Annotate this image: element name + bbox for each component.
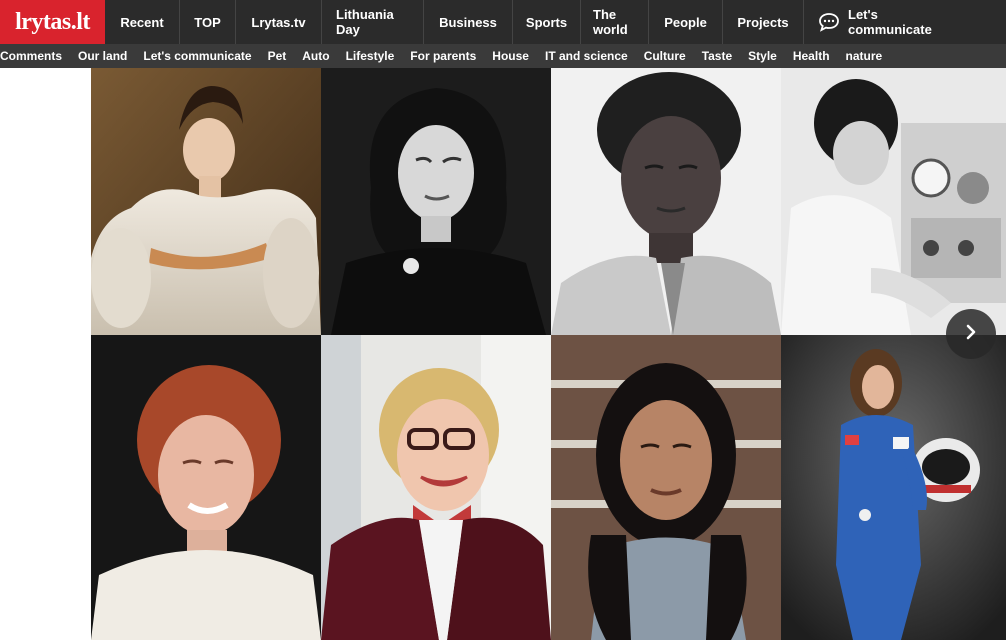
chat-bubble-icon bbox=[818, 12, 840, 32]
subnav-taste[interactable]: Taste bbox=[694, 49, 740, 63]
nav-lrytas-tv[interactable]: Lrytas.tv bbox=[236, 0, 322, 44]
gallery-photo-7[interactable] bbox=[551, 335, 781, 640]
subnav-style[interactable]: Style bbox=[740, 49, 785, 63]
gallery-photo-8[interactable] bbox=[781, 335, 1006, 640]
subnav-health[interactable]: Health bbox=[785, 49, 838, 63]
subnav-pet[interactable]: Pet bbox=[260, 49, 295, 63]
sub-navigation: Comments Our land Let's communicate Pet … bbox=[0, 44, 1006, 68]
nav-projects[interactable]: Projects bbox=[723, 0, 804, 44]
subnav-comments[interactable]: Comments bbox=[0, 49, 70, 63]
logo-text: lrytas.lt bbox=[15, 8, 90, 35]
nav-top[interactable]: TOP bbox=[180, 0, 236, 44]
nav-lets-communicate[interactable]: Let's communicate bbox=[804, 0, 968, 44]
gallery-photo-6[interactable] bbox=[321, 335, 551, 640]
subnav-nature[interactable]: nature bbox=[838, 49, 891, 63]
top-navigation: lrytas.lt Recent TOP Lrytas.tv Lithuania… bbox=[0, 0, 1006, 44]
gallery-photo-3[interactable] bbox=[551, 68, 781, 335]
subnav-culture[interactable]: Culture bbox=[636, 49, 694, 63]
photo-gallery bbox=[91, 68, 1006, 640]
gallery-next-button[interactable] bbox=[946, 309, 996, 359]
chevron-right-icon bbox=[962, 323, 980, 346]
nav-lets-communicate-label: Let's communicate bbox=[848, 7, 932, 37]
subnav-house[interactable]: House bbox=[484, 49, 537, 63]
gallery-photo-5[interactable] bbox=[91, 335, 321, 640]
gallery-photo-2[interactable] bbox=[321, 68, 551, 335]
subnav-lifestyle[interactable]: Lifestyle bbox=[338, 49, 403, 63]
subnav-our-land[interactable]: Our land bbox=[70, 49, 135, 63]
subnav-auto[interactable]: Auto bbox=[294, 49, 337, 63]
nav-recent[interactable]: Recent bbox=[105, 0, 180, 44]
nav-people[interactable]: People bbox=[649, 0, 723, 44]
subnav-it-and-science[interactable]: IT and science bbox=[537, 49, 636, 63]
nav-the-world[interactable]: The world bbox=[581, 0, 649, 44]
subnav-for-parents[interactable]: For parents bbox=[402, 49, 484, 63]
site-logo[interactable]: lrytas.lt bbox=[0, 0, 105, 44]
subnav-lets-communicate[interactable]: Let's communicate bbox=[135, 49, 259, 63]
nav-sports[interactable]: Sports bbox=[513, 0, 581, 44]
nav-business[interactable]: Business bbox=[424, 0, 513, 44]
nav-lithuania-day[interactable]: Lithuania Day bbox=[322, 0, 424, 44]
gallery-photo-1[interactable] bbox=[91, 68, 321, 335]
gallery-photo-4[interactable] bbox=[781, 68, 1006, 335]
